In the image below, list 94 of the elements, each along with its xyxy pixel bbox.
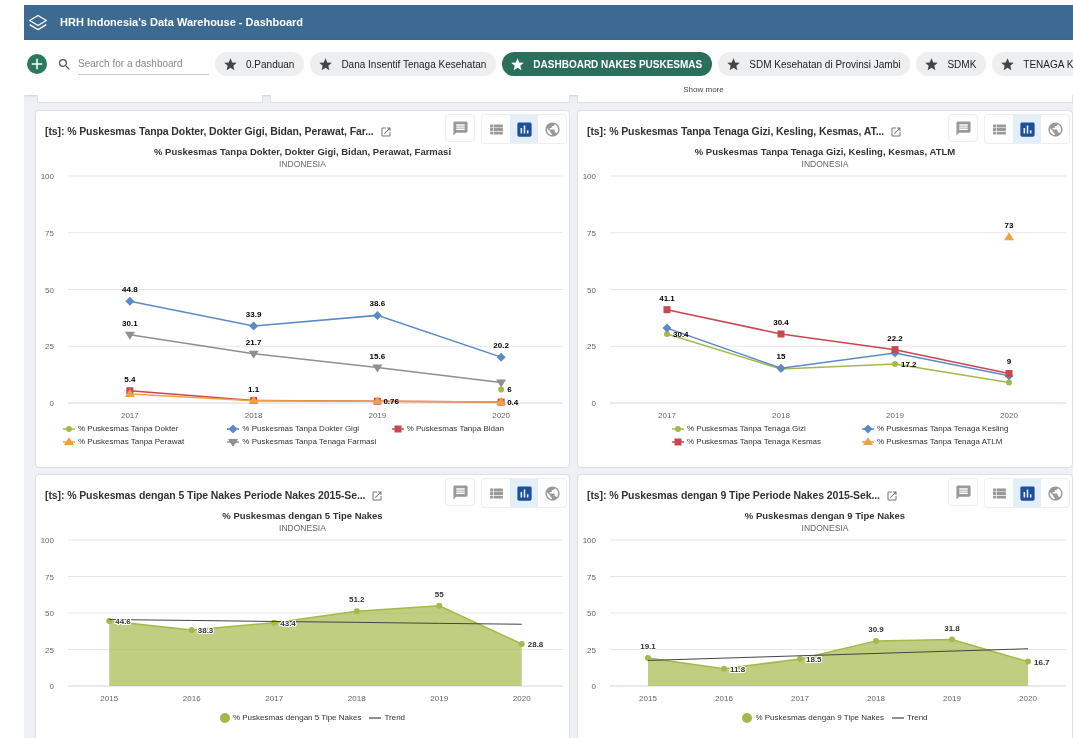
- axis-label: 25: [45, 342, 54, 352]
- data-label: 31.8: [944, 623, 960, 633]
- data-label: 30.9: [868, 624, 884, 634]
- axis-label: 50: [45, 609, 54, 618]
- legend-label: % Puskesmas Tanpa Tenaga Farmasi: [242, 436, 377, 448]
- axis-label: 0: [591, 682, 596, 691]
- data-label: 16.7: [1034, 657, 1050, 667]
- axis-label: 2020: [512, 694, 531, 703]
- axis-label: 2017: [658, 411, 676, 420]
- data-label: 5.4: [124, 374, 136, 384]
- chart-subtitle: INDONESIA: [801, 158, 849, 170]
- axis-label: 2019: [943, 694, 961, 703]
- data-label: 44.8: [122, 285, 138, 295]
- data-label: 9: [1006, 357, 1012, 367]
- axis-label: 50: [587, 609, 596, 618]
- data-label: 41.1: [659, 293, 675, 303]
- axis-label: 2019: [886, 411, 904, 420]
- axis-label: 75: [45, 572, 54, 582]
- axis-label: 100: [40, 536, 54, 545]
- axis-label: 2019: [430, 694, 449, 703]
- legend-label: % Puskesmas Tanpa Tenaga Gizi: [687, 423, 806, 435]
- card-title: [ts]: % Puskesmas dengan 9 Tipe Periode Nakes 2015-Sek...: [587, 488, 880, 503]
- axis-label: 2018: [772, 411, 790, 420]
- card-title: [ts]: % Puskesmas dengan 5 Tipe Nakes Periode Nakes 2015-Se...: [45, 488, 366, 503]
- axis-label: 75: [45, 228, 54, 238]
- axis-label: 2018: [867, 694, 885, 703]
- axis-label: 100: [582, 536, 596, 545]
- axis-label: 25: [587, 342, 596, 352]
- axis-label: 0: [49, 399, 54, 408]
- chart-title: % Puskesmas dengan 5 Tipe Nakes: [222, 509, 383, 522]
- axis-label: 2015: [639, 694, 657, 703]
- data-label: 15.6: [369, 351, 386, 361]
- legend-label: % Puskesmas Tanpa Tenaga Kesmas: [687, 436, 821, 448]
- axis-label: 0: [591, 399, 596, 408]
- data-label: 15: [776, 352, 786, 362]
- legend-label: % Puskesmas Tanpa Perawat: [78, 436, 185, 448]
- axis-label: 2020: [1000, 411, 1018, 420]
- axis-label: 100: [582, 172, 596, 181]
- data-label: 19.1: [640, 642, 656, 652]
- chart-subtitle: INDONESIA: [279, 158, 326, 170]
- data-label: 6: [507, 385, 512, 395]
- data-label: 20.2: [493, 341, 509, 351]
- axis-label: 25: [45, 645, 54, 655]
- data-label: 30.4: [773, 318, 789, 327]
- data-label: 38.6: [369, 299, 386, 309]
- data-label: 0.4: [507, 398, 519, 408]
- axis-label: 2016: [182, 694, 201, 703]
- data-label: 28.8: [527, 639, 544, 649]
- axis-label: 2017: [791, 694, 809, 703]
- data-label: 1.1: [248, 384, 260, 394]
- legend-label: % Puskesmas Tanpa Tenaga Kesling: [877, 423, 1009, 435]
- data-label: 21.7: [245, 337, 262, 347]
- data-label: 18.5: [806, 655, 822, 664]
- data-label: 22.2: [887, 333, 903, 343]
- data-label: 55: [434, 589, 444, 599]
- chart-title: % Puskesmas Tanpa Tenaga Gizi, Kesling, Kesmas, ATLM: [694, 145, 956, 158]
- chart-subtitle: INDONESIA: [279, 522, 326, 534]
- data-label: 51.2: [348, 595, 365, 605]
- data-label: 0.76: [383, 397, 399, 407]
- axis-label: 100: [40, 172, 54, 181]
- axis-label: 2018: [347, 694, 366, 703]
- axis-label: 0: [49, 682, 54, 691]
- legend-label: % Puskesmas Tanpa Dokter: [78, 423, 179, 435]
- data-label: 33.9: [245, 310, 262, 320]
- data-label: 30.1: [122, 318, 138, 328]
- data-label: 73: [1004, 221, 1014, 231]
- legend-label: % Puskesmas dengan 9 Tipe Nakes: [755, 712, 884, 724]
- axis-label: 50: [45, 285, 54, 295]
- axis-label: 2019: [368, 411, 387, 420]
- chart-title: % Puskesmas dengan 9 Tipe Nakes: [744, 509, 906, 522]
- axis-label: 2018: [244, 411, 263, 420]
- axis-label: 2015: [100, 694, 119, 703]
- card-title: [ts]: % Puskesmas Tanpa Dokter, Dokter Gigi, Bidan, Perawat, Far...: [45, 124, 374, 139]
- legend-label: Trend: [906, 712, 928, 724]
- axis-label: 75: [587, 572, 596, 582]
- legend-label: % Puskesmas Tanpa Dokter Gigi: [242, 423, 360, 435]
- app-title: HRH Indonesia's Data Warehouse - Dashboard: [60, 15, 304, 31]
- axis-label: 2020: [492, 411, 510, 420]
- axis-label: 2017: [121, 411, 139, 420]
- data-label: 11.8: [730, 664, 746, 674]
- card-title: [ts]: % Puskesmas Tanpa Tenaga Gizi, Kesling, Kesmas, AT...: [587, 124, 885, 139]
- legend-label: % Puskesmas dengan 5 Tipe Nakes: [232, 712, 362, 724]
- chart-subtitle: INDONESIA: [801, 522, 849, 534]
- axis-label: 2016: [715, 694, 733, 703]
- legend-label: % Puskesmas Tanpa Bidan: [406, 423, 504, 435]
- legend-label: Trend: [384, 712, 406, 724]
- legend-label: % Puskesmas Tanpa Tenaga ATLM: [877, 436, 1003, 448]
- chart-title: % Puskesmas Tanpa Dokter, Dokter Gigi, Bidan, Perawat, Farmasi: [153, 145, 452, 158]
- axis-label: 50: [587, 285, 596, 295]
- data-label: 38.3: [197, 626, 214, 636]
- axis-label: 2017: [265, 694, 284, 703]
- axis-label: 25: [587, 645, 596, 655]
- axis-label: 2020: [1019, 694, 1037, 703]
- axis-label: 75: [587, 228, 596, 238]
